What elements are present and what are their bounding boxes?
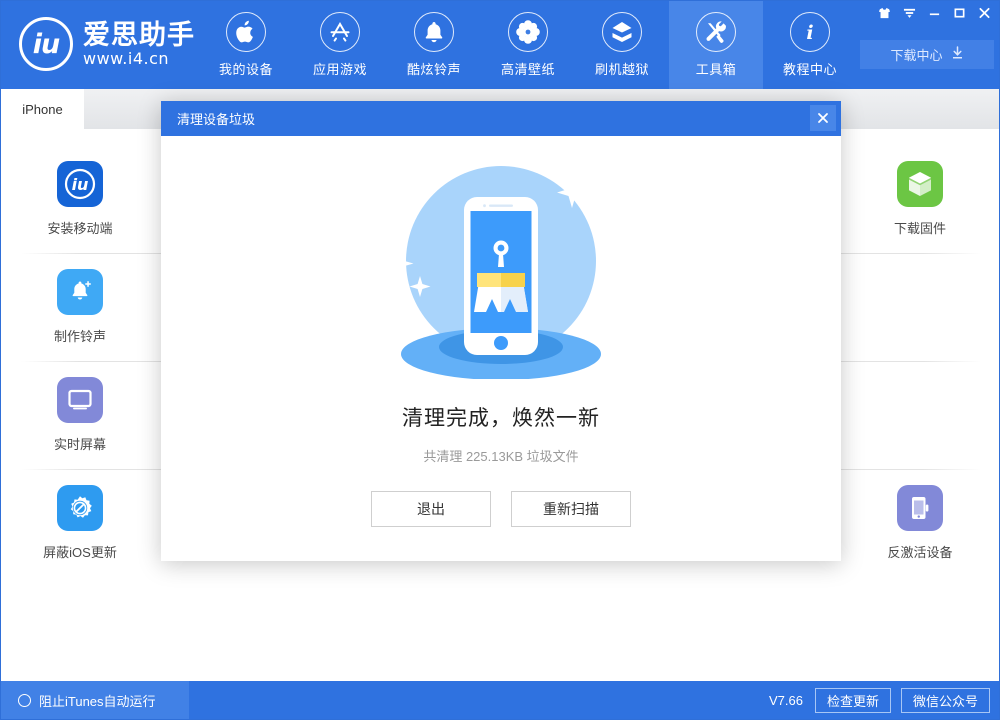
status-bar-right: V7.66 检查更新 微信公众号	[769, 681, 990, 719]
modal-title-text: 清理设备垃圾	[177, 112, 256, 127]
brand-logo[interactable]: iu 爱思助手 www.i4.cn	[19, 17, 195, 71]
nav-item-flash-jailbreak[interactable]: 刷机越狱	[575, 1, 669, 89]
tool-block-ios-update[interactable]: 屏蔽iOS更新	[17, 485, 143, 561]
deactivate-icon	[897, 485, 943, 531]
download-icon	[951, 46, 964, 63]
tools-icon	[696, 12, 736, 52]
nav-item-wallpapers[interactable]: 高清壁纸	[481, 1, 575, 89]
block-itunes-toggle[interactable]: 阻止iTunes自动运行	[1, 681, 189, 719]
info-icon: i	[790, 12, 830, 52]
nav-label: 应用游戏	[312, 62, 367, 77]
tool-download-firmware[interactable]: 下载固件	[857, 161, 983, 237]
i4-app-icon: iu	[57, 161, 103, 207]
block-update-icon	[57, 485, 103, 531]
flower-icon	[508, 12, 548, 52]
exit-button[interactable]: 退出	[371, 491, 491, 527]
radio-icon	[18, 693, 31, 707]
app-window: iu 爱思助手 www.i4.cn 我的设备 应用游戏 酷炫铃声 高清壁纸 刷机…	[0, 0, 1000, 720]
close-icon[interactable]	[810, 105, 836, 131]
cleaned-size-text: 共清理 225.13KB 垃圾文件	[423, 449, 579, 464]
wechat-official-button[interactable]: 微信公众号	[900, 687, 990, 713]
skin-icon[interactable]	[872, 3, 897, 23]
tool-live-screen[interactable]: 实时屏幕	[17, 377, 143, 453]
svg-text:iu: iu	[72, 175, 89, 194]
app-header: iu 爱思助手 www.i4.cn 我的设备 应用游戏 酷炫铃声 高清壁纸 刷机…	[1, 1, 999, 89]
nav-label: 高清壁纸	[500, 62, 555, 77]
screen-icon	[57, 377, 103, 423]
tool-make-ringtone[interactable]: 制作铃声	[17, 269, 143, 345]
cube-icon	[897, 161, 943, 207]
appstore-icon	[320, 12, 360, 52]
tool-install-mobile[interactable]: iu 安装移动端	[17, 161, 143, 237]
nav-item-my-device[interactable]: 我的设备	[199, 1, 293, 89]
apple-icon	[226, 12, 266, 52]
close-icon[interactable]	[972, 3, 997, 23]
nav-label: 工具箱	[695, 62, 737, 77]
brand-name: 爱思助手	[83, 20, 195, 50]
nav-label: 刷机越狱	[594, 62, 649, 77]
clean-junk-modal: 清理设备垃圾 清理完成，焕然一新 共清理 225.13KB 垃圾文件 退出 重新…	[161, 101, 841, 561]
nav-label: 教程中心	[782, 62, 837, 77]
maximize-icon[interactable]	[947, 3, 972, 23]
tool-label: 下载固件	[893, 221, 946, 236]
nav-item-apps-games[interactable]: 应用游戏	[293, 1, 387, 89]
rescan-button[interactable]: 重新扫描	[511, 491, 631, 527]
modal-titlebar: 清理设备垃圾	[161, 101, 841, 136]
nav-label: 我的设备	[218, 62, 273, 77]
tool-label: 安装移动端	[47, 221, 113, 236]
i4-logo-icon: iu	[19, 17, 73, 71]
download-center-label: 下载中心	[890, 48, 943, 63]
tool-label: 制作铃声	[53, 329, 106, 344]
block-itunes-label: 阻止iTunes自动运行	[39, 693, 156, 709]
version-label: V7.66	[768, 692, 803, 708]
tool-label: 屏蔽iOS更新	[43, 545, 117, 560]
completion-headline: 清理完成，焕然一新	[402, 407, 600, 430]
main-nav: 我的设备 应用游戏 酷炫铃声 高清壁纸 刷机越狱 工具箱 i 教程中心	[199, 1, 857, 89]
download-center-button[interactable]: 下载中心	[860, 40, 994, 69]
nav-label: 酷炫铃声	[406, 62, 461, 77]
tool-deactivate-device[interactable]: 反激活设备	[857, 485, 983, 561]
check-update-button[interactable]: 检查更新	[814, 687, 891, 713]
modal-body: 清理完成，焕然一新 共清理 225.13KB 垃圾文件 退出 重新扫描	[161, 136, 841, 561]
brand-url: www.i4.cn	[83, 49, 170, 68]
nav-item-ringtones[interactable]: 酷炫铃声	[387, 1, 481, 89]
status-bar: 阻止iTunes自动运行 V7.66 检查更新 微信公众号	[1, 681, 999, 719]
ringtone-icon	[57, 269, 103, 315]
bell-icon	[414, 12, 454, 52]
box-icon	[602, 12, 642, 52]
phone-broom-illustration	[376, 149, 626, 384]
modal-actions: 退出 重新扫描	[371, 491, 631, 527]
window-controls	[872, 3, 997, 23]
minimize-icon[interactable]	[922, 3, 947, 23]
svg-text:i: i	[806, 22, 813, 44]
tool-label: 反激活设备	[887, 545, 953, 560]
nav-item-tutorials[interactable]: i 教程中心	[763, 1, 857, 89]
menu-icon[interactable]	[897, 3, 922, 23]
tab-iphone[interactable]: iPhone	[1, 89, 84, 129]
nav-item-toolbox[interactable]: 工具箱	[669, 1, 763, 89]
tool-label: 实时屏幕	[53, 437, 106, 452]
